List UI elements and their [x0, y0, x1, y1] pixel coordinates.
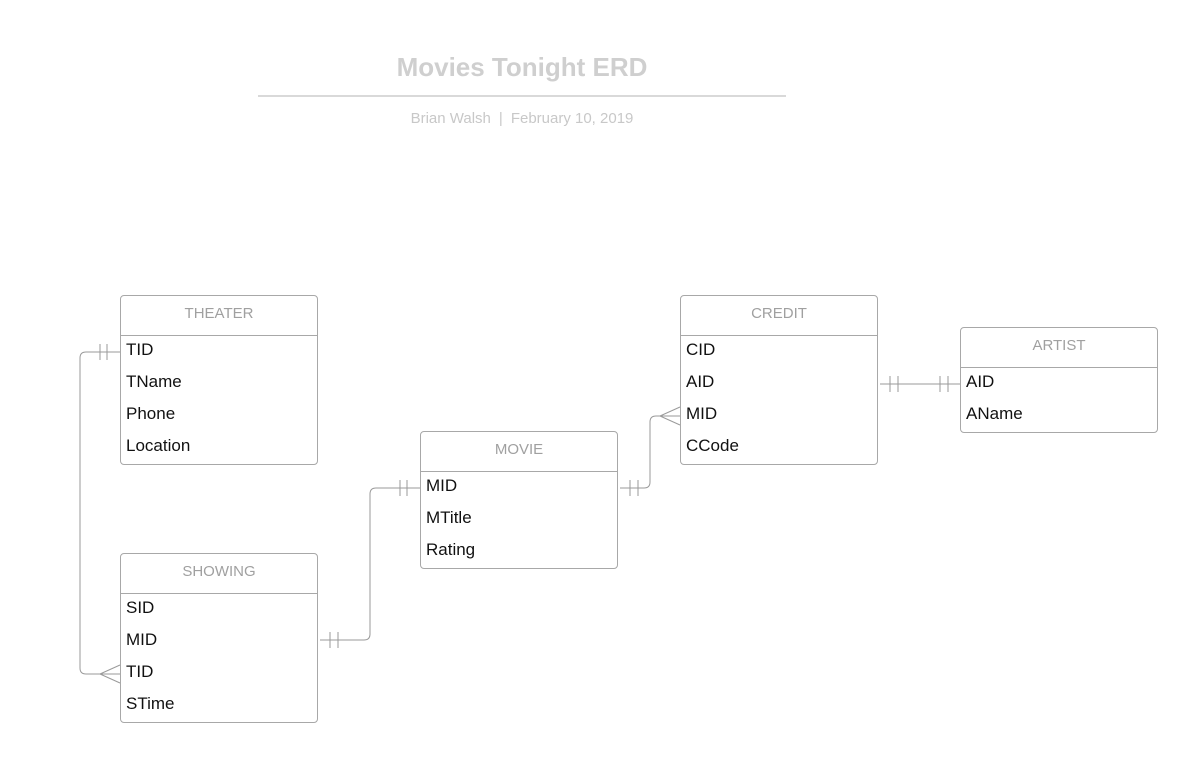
field-rating: Rating: [426, 540, 476, 559]
field-ccode: CCode: [686, 436, 739, 455]
entity-artist[interactable]: ARTIST AID AName: [960, 327, 1158, 433]
field-phone: Phone: [126, 404, 176, 423]
connector-theater-showing: [79, 351, 120, 675]
entity-header: ARTIST: [961, 328, 1157, 368]
field-mid: MID: [686, 404, 718, 423]
entity-header: CREDIT: [681, 296, 877, 336]
entity-showing[interactable]: SHOWING SID MID TID STime: [120, 553, 318, 723]
field-tid: TID: [126, 662, 154, 681]
field-stime: STime: [126, 694, 175, 713]
entity-header: MOVIE: [421, 432, 617, 472]
entity-movie[interactable]: MOVIE MID MTitle Rating: [420, 431, 618, 569]
connector-showing-movie: [320, 487, 420, 641]
field-mtitle: MTitle: [426, 508, 472, 527]
field-sid: SID: [126, 598, 155, 617]
field-aname: AName: [966, 404, 1023, 423]
field-mid: MID: [426, 476, 458, 495]
field-aid: AID: [966, 372, 995, 391]
field-location: Location: [126, 436, 191, 455]
entity-credit[interactable]: CREDIT CID AID MID CCode: [680, 295, 878, 465]
entity-header: SHOWING: [121, 554, 317, 594]
entity-header: THEATER: [121, 296, 317, 336]
connector-movie-credit: [620, 415, 680, 489]
field-tname: TName: [126, 372, 182, 391]
field-aid: AID: [686, 372, 715, 391]
entity-theater[interactable]: THEATER TID TName Phone Location: [120, 295, 318, 465]
field-mid: MID: [126, 630, 158, 649]
field-tid: TID: [126, 340, 154, 359]
field-cid: CID: [686, 340, 716, 359]
